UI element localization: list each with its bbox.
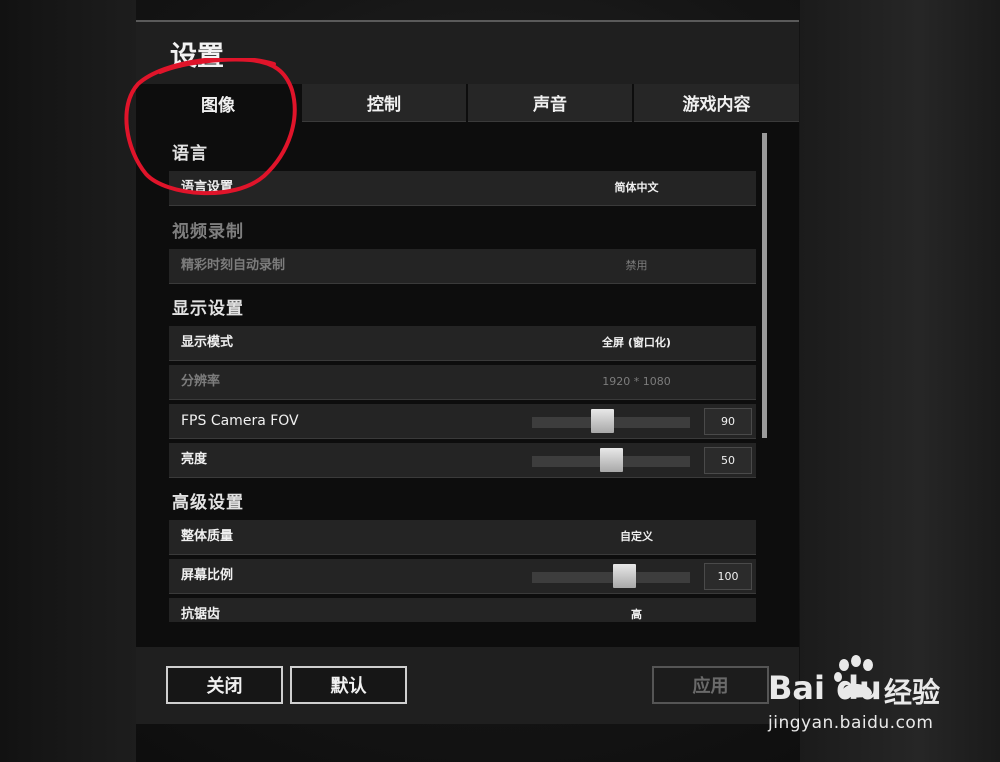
tab-graphics[interactable]: 图像 [136,84,300,122]
setting-value[interactable]: 高 [569,598,704,622]
setting-value[interactable]: 自定义 [569,520,704,554]
jingyan-text: 经验 [884,676,941,709]
section-title-display: 显示设置 [172,299,244,319]
tab-sound[interactable]: 声音 [468,84,632,122]
setting-value[interactable]: 禁用 [569,249,704,283]
screen-scale-slider-track[interactable] [532,572,690,583]
setting-value[interactable]: 全屏 (窗口化) [569,326,704,360]
setting-row-language[interactable]: 语言设置 简体中文 [169,171,756,206]
setting-label: 抗锯齿 [181,607,221,622]
panel-header: 设置 [136,22,799,84]
setting-label: 屏幕比例 [181,568,234,583]
setting-label: 显示模式 [181,335,234,350]
fov-value-box[interactable]: 90 [704,408,752,435]
setting-row-brightness: 亮度 50 [169,443,756,478]
brightness-value-box[interactable]: 50 [704,447,752,474]
setting-label: 精彩时刻自动录制 [181,258,286,273]
scrollbar[interactable] [762,133,767,438]
setting-row-overall-quality[interactable]: 整体质量 自定义 [169,520,756,555]
section-title-language: 语言 [172,144,208,164]
setting-row-screen-scale: 屏幕比例 100 [169,559,756,594]
watermark-url: jingyan.baidu.com [768,713,934,733]
page-title: 设置 [170,41,224,72]
apply-button[interactable]: 应用 [652,666,769,704]
panel-footer: 关闭 默认 应用 [136,647,799,724]
settings-content: 语言 语言设置 简体中文 视频录制 精彩时刻自动录制 禁用 显示设置 显示模式 … [136,122,799,622]
baidu-logo-text: Bai du [768,669,882,707]
setting-label: FPS Camera FOV [181,413,299,429]
close-button[interactable]: 关闭 [166,666,283,704]
background-right [800,0,1000,762]
setting-row-anti-aliasing[interactable]: 抗锯齿 高 [169,598,756,622]
tab-controls[interactable]: 控制 [302,84,466,122]
settings-panel: 设置 图像 控制 声音 游戏内容 语言 语言设置 简体中文 视频录制 精彩时刻自… [136,20,799,724]
setting-label: 语言设置 [181,180,234,195]
background-left [0,0,136,762]
brightness-slider-handle[interactable] [599,448,623,472]
tab-bar: 图像 控制 声音 游戏内容 [136,84,799,122]
screen-scale-slider-handle[interactable] [613,564,636,588]
setting-row-highlight-recording[interactable]: 精彩时刻自动录制 禁用 [169,249,756,284]
setting-label: 整体质量 [181,529,234,544]
setting-label: 分辨率 [181,374,221,389]
setting-label: 亮度 [181,452,208,467]
setting-row-fov: FPS Camera FOV 90 [169,404,756,439]
screen-scale-value-box[interactable]: 100 [704,563,752,590]
fov-slider-handle[interactable] [591,409,615,433]
default-button[interactable]: 默认 [290,666,407,704]
section-title-video-recording: 视频录制 [172,222,244,242]
setting-row-display-mode[interactable]: 显示模式 全屏 (窗口化) [169,326,756,361]
setting-value[interactable]: 简体中文 [569,171,704,205]
baidu-watermark: Bai du 经验 jingyan.baidu.com [768,655,968,745]
setting-value[interactable]: 1920 * 1080 [569,365,704,399]
setting-row-resolution[interactable]: 分辨率 1920 * 1080 [169,365,756,400]
section-title-advanced: 高级设置 [172,493,244,513]
tab-gameplay[interactable]: 游戏内容 [634,84,799,122]
